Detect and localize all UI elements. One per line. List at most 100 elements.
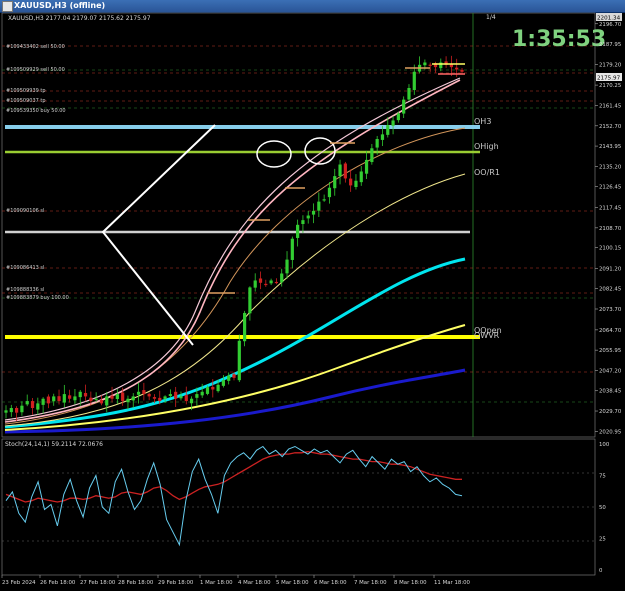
candle-body [386, 125, 390, 135]
candle-body [195, 394, 199, 398]
price-tick-label: 2170.25 [599, 83, 621, 89]
candle-body [285, 259, 289, 274]
candle-body [78, 391, 82, 398]
candle-body [460, 69, 464, 72]
price-tick-label: 2117.45 [599, 206, 621, 212]
candle-body [280, 273, 284, 283]
stoch-tick-label: 75 [599, 474, 606, 480]
stoch-label: Stoch(24,14,1) 59.2114 72.0676 [5, 441, 103, 448]
price-tick-label: 2108.70 [599, 226, 622, 232]
candle-body [349, 178, 353, 186]
candle-body [57, 396, 61, 402]
candle-body [311, 210, 316, 215]
candle-body [4, 410, 8, 413]
candle-body [232, 374, 236, 378]
time-tick-label: 1 Mar 18:00 [200, 580, 233, 586]
order-levels [2, 45, 595, 373]
order-label: #109433402 sell 50.00 [6, 44, 65, 50]
candle-body [94, 398, 98, 400]
candle-body [370, 148, 374, 163]
candle-body [216, 384, 220, 392]
candle-body [221, 380, 225, 386]
price-axis: 2196.70 2187.95 2179.20 2170.25 2161.45 2152.… [595, 22, 622, 435]
price-tick-label: 2064.70 [599, 328, 622, 334]
candle-body [9, 408, 13, 413]
candle-body [396, 113, 400, 121]
candle-body [158, 397, 162, 402]
price-tick-label: 2073.70 [599, 307, 622, 313]
order-label: #109888336 sl [6, 287, 44, 293]
stoch-axis: 100 75 50 25 0 [599, 442, 610, 574]
stoch-tick-label: 100 [599, 442, 610, 448]
stoch-tick-label: 0 [599, 568, 603, 574]
time-tick-label: 29 Feb 18:00 [158, 580, 194, 586]
time-tick-label: 5 Mar 18:00 [276, 580, 309, 586]
price-tick-label: 2187.95 [599, 42, 621, 48]
time-tick-label: 8 Mar 18:00 [394, 580, 427, 586]
candle-body [142, 390, 146, 395]
stochastic-indicator [2, 445, 595, 547]
candle-body [99, 400, 104, 404]
candle-body [227, 375, 231, 381]
order-label: #109086413 sl [6, 265, 44, 271]
candle-body [89, 397, 93, 402]
candle-body [152, 397, 157, 399]
price-tick-label: 2126.45 [599, 185, 621, 191]
price-tick-label: 2047.20 [599, 368, 622, 374]
stoch-tick-label: 50 [599, 505, 606, 511]
candle-body [412, 71, 416, 91]
order-label: #109539350 buy 50.00 [6, 108, 66, 114]
candle-body [83, 392, 88, 397]
candle-body [306, 215, 310, 219]
pivot-label: OO/R1 [474, 168, 500, 177]
order-label: #109509929 sell 50.00 [6, 67, 65, 73]
window-title: XAUUSD,H3 (offline) [14, 1, 106, 10]
moving-averages [4, 77, 466, 434]
candle-body [264, 283, 268, 286]
stoch-tick-label: 25 [599, 537, 606, 543]
candle-body [243, 312, 247, 342]
time-tick-label: 6 Mar 18:00 [314, 580, 347, 586]
price-tick-label: 2100.15 [599, 246, 621, 252]
candle-body [290, 238, 294, 260]
candle-body [62, 394, 66, 403]
chart-window-icon [2, 1, 13, 12]
time-tick-label: 7 Mar 18:00 [354, 580, 387, 586]
candle-body [105, 396, 109, 406]
price-tick-label: 2082.45 [599, 287, 621, 293]
candle-body [189, 398, 194, 404]
price-tick-label: 2179.20 [599, 62, 622, 68]
candle-body [68, 395, 72, 399]
candle-body [46, 396, 51, 404]
price-tick-label: 2196.70 [599, 22, 622, 28]
candle-body [15, 407, 19, 413]
candle-body [338, 164, 342, 177]
price-tick-label: 2038.45 [599, 389, 621, 395]
candle-body [354, 180, 358, 187]
candle-body [237, 340, 241, 381]
candle-body [200, 391, 204, 396]
candle-body [20, 405, 24, 413]
candle-body [402, 99, 406, 114]
order-label: #109090106 sl [6, 208, 44, 214]
pivot-label: OH3 [474, 117, 491, 126]
chart-canvas[interactable]: OH3 OHigh OO/R1 OOpen OWVR #109433402 se… [0, 12, 625, 591]
candle-body [248, 287, 252, 314]
pivot-label: OWVR [474, 331, 500, 340]
candle-body [131, 396, 135, 401]
candle-body [423, 62, 427, 66]
candle-body [136, 391, 141, 395]
candle-body [121, 392, 125, 402]
candle-body [168, 394, 172, 397]
drawn-zigzag-line[interactable] [101, 124, 216, 346]
time-tick-label: 23 Feb 2024 [2, 580, 36, 586]
pivot-label: OHigh [474, 142, 499, 151]
time-tick-label: 11 Mar 18:00 [434, 580, 471, 586]
candle-body [36, 403, 40, 410]
drawn-ellipse[interactable] [256, 140, 292, 168]
candle-body [211, 386, 215, 390]
candle-body [317, 201, 321, 211]
candle-body [174, 391, 178, 399]
time-tick-label: 27 Feb 18:00 [80, 580, 116, 586]
order-label: #109509037 tp [6, 98, 46, 104]
